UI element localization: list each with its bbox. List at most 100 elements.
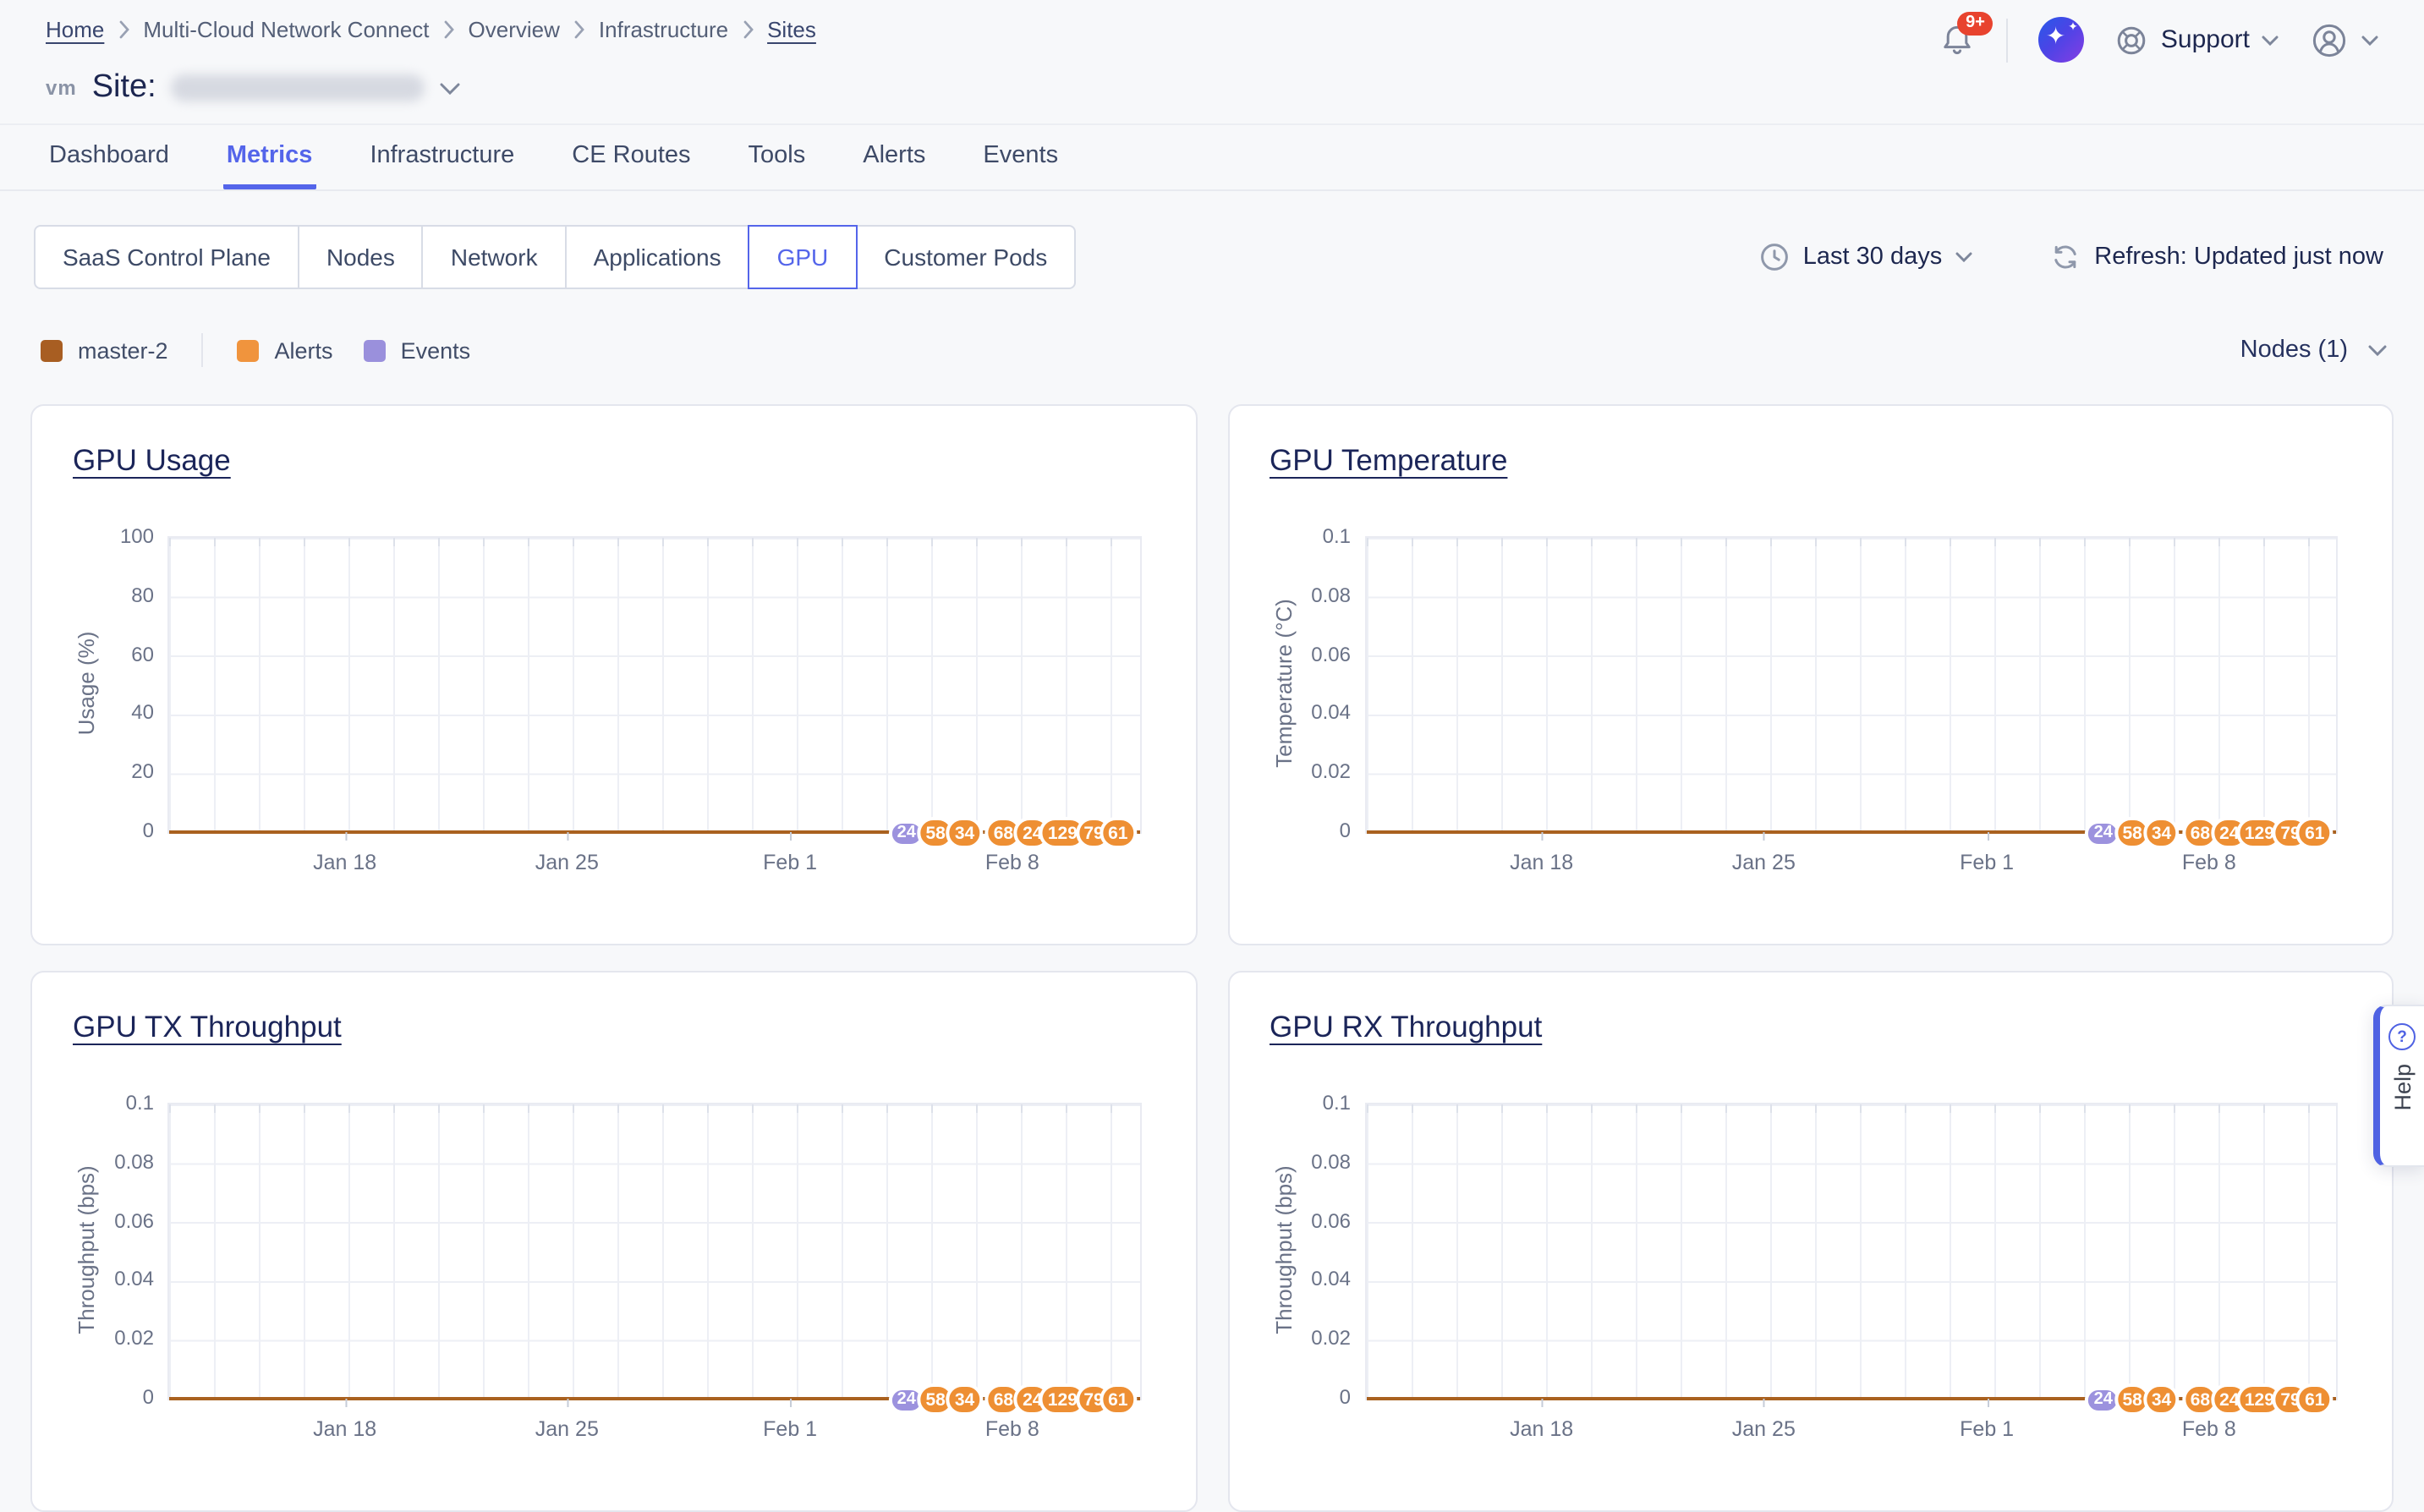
alerts-count-badge[interactable]: 34 bbox=[2143, 1383, 2180, 1416]
site-selector[interactable]: vm Site: bbox=[46, 69, 2378, 123]
chart-title-link[interactable]: GPU Temperature bbox=[1270, 443, 1507, 479]
x-tick-label: Feb 1 bbox=[1960, 1417, 2014, 1441]
ai-assistant-icon[interactable]: ✦ ✦ bbox=[2039, 17, 2085, 63]
x-tick-label: Jan 18 bbox=[1510, 1417, 1573, 1441]
alerts-count-badge[interactable]: 61 bbox=[2296, 817, 2333, 849]
series-swatch bbox=[41, 339, 63, 361]
chart-card-gpu-rx-throughput: GPU RX Throughput Throughput (bps) 0.10.… bbox=[1227, 971, 2394, 1512]
filter-applications[interactable]: Applications bbox=[565, 225, 750, 289]
filter-nodes[interactable]: Nodes bbox=[298, 225, 424, 289]
x-tick-label: Feb 8 bbox=[2182, 1417, 2236, 1441]
legend-item-alerts[interactable]: Alerts bbox=[238, 337, 333, 363]
header-icons: 9+ ✦ ✦ Support bbox=[1939, 14, 2378, 63]
x-tick-label: Feb 8 bbox=[985, 851, 1039, 874]
filter-saas-control-plane[interactable]: SaaS Control Plane bbox=[34, 225, 299, 289]
notifications-button[interactable]: 9+ bbox=[1939, 21, 1977, 58]
chart-area: Usage (%) 100806040200 24583468241297961… bbox=[69, 536, 1158, 925]
chevron-down-icon bbox=[2368, 344, 2387, 356]
tab-events[interactable]: Events bbox=[979, 125, 1061, 189]
y-tick-label: 0.02 bbox=[100, 1326, 154, 1350]
refresh-status-label: Refresh: Updated just now bbox=[2094, 244, 2383, 271]
breadcrumb-mcnc[interactable]: Multi-Cloud Network Connect bbox=[143, 17, 429, 42]
refresh-icon bbox=[2050, 242, 2081, 272]
header-divider bbox=[2007, 18, 2009, 62]
y-tick-label: 0.08 bbox=[1297, 1150, 1351, 1174]
chevron-right-icon bbox=[118, 20, 129, 39]
y-tick-label: 0 bbox=[100, 819, 154, 842]
x-tick-label: Jan 18 bbox=[1510, 851, 1573, 874]
y-tick-label: 0.08 bbox=[100, 1150, 154, 1174]
alerts-count-badge[interactable]: 34 bbox=[2143, 817, 2180, 849]
header: Home Multi-Cloud Network Connect Overvie… bbox=[0, 0, 2424, 125]
chart-title-link[interactable]: GPU RX Throughput bbox=[1270, 1010, 1542, 1045]
chart-title-link[interactable]: GPU TX Throughput bbox=[73, 1010, 342, 1045]
site-name-redacted bbox=[172, 74, 425, 101]
legend-row: master-2 Alerts Events Nodes (1) bbox=[0, 333, 2424, 367]
tab-ce-routes[interactable]: CE Routes bbox=[568, 125, 694, 189]
y-tick-label: 60 bbox=[100, 642, 154, 666]
chevron-right-icon bbox=[742, 20, 754, 39]
breadcrumb: Home Multi-Cloud Network Connect Overvie… bbox=[46, 14, 816, 42]
y-tick-label: 0.1 bbox=[100, 1091, 154, 1115]
x-tick-label: Jan 25 bbox=[535, 851, 599, 874]
alerts-count-badge[interactable]: 61 bbox=[2296, 1383, 2333, 1416]
sparkle-icon: ✦ bbox=[2046, 22, 2065, 51]
alerts-count-badge[interactable]: 61 bbox=[1100, 1383, 1136, 1416]
y-tick-label: 0.04 bbox=[1297, 701, 1351, 725]
chart-card-gpu-usage: GPU Usage Usage (%) 100806040200 2458346… bbox=[30, 404, 1197, 945]
chart-card-gpu-temperature: GPU Temperature Temperature (°C) 0.10.08… bbox=[1227, 404, 2394, 945]
alerts-count-badge[interactable]: 61 bbox=[1100, 817, 1136, 849]
breadcrumb-sites[interactable]: Sites bbox=[767, 17, 816, 42]
y-tick-label: 0.1 bbox=[1297, 1091, 1351, 1115]
y-axis-title: Usage (%) bbox=[74, 632, 99, 736]
plot-area: 24583468241297961 bbox=[1364, 1103, 2338, 1400]
nodes-dropdown[interactable]: Nodes (1) bbox=[2240, 337, 2387, 364]
y-tick-label: 100 bbox=[100, 524, 154, 548]
breadcrumb-home[interactable]: Home bbox=[46, 17, 104, 42]
question-icon: ? bbox=[2388, 1023, 2416, 1050]
support-menu[interactable]: Support bbox=[2115, 23, 2279, 57]
filter-network[interactable]: Network bbox=[422, 225, 567, 289]
plot-area: 24583468241297961 bbox=[167, 1103, 1141, 1400]
help-tab[interactable]: ? Help bbox=[2373, 1005, 2424, 1167]
time-range-label: Last 30 days bbox=[1803, 244, 1942, 271]
legend-label: master-2 bbox=[78, 337, 168, 363]
chart-legend: master-2 Alerts Events bbox=[41, 333, 470, 367]
support-label: Support bbox=[2161, 25, 2250, 54]
chevron-down-icon bbox=[1955, 252, 1972, 262]
y-tick-label: 0.04 bbox=[100, 1268, 154, 1291]
legend-item-master-2[interactable]: master-2 bbox=[41, 337, 168, 363]
x-tick-label: Jan 25 bbox=[1732, 1417, 1796, 1441]
nodes-dropdown-label: Nodes (1) bbox=[2240, 337, 2348, 364]
filter-customer-pods[interactable]: Customer Pods bbox=[855, 225, 1076, 289]
alerts-count-badge[interactable]: 34 bbox=[946, 817, 983, 849]
tab-alerts[interactable]: Alerts bbox=[859, 125, 929, 189]
app-root: Home Multi-Cloud Network Connect Overvie… bbox=[0, 0, 2424, 1390]
site-label: Site: bbox=[92, 69, 156, 107]
account-menu[interactable] bbox=[2309, 19, 2378, 60]
alerts-count-badge[interactable]: 34 bbox=[946, 1383, 983, 1416]
refresh-button[interactable]: Refresh: Updated just now bbox=[2050, 242, 2383, 272]
y-tick-label: 0 bbox=[100, 1385, 154, 1409]
breadcrumb-infrastructure[interactable]: Infrastructure bbox=[599, 17, 728, 42]
chart-area: Throughput (bps) 0.10.080.060.040.020 24… bbox=[1266, 1103, 2355, 1492]
help-tab-label: Help bbox=[2389, 1064, 2415, 1111]
y-axis-title: Temperature (°C) bbox=[1270, 599, 1296, 768]
tab-infrastructure[interactable]: Infrastructure bbox=[366, 125, 518, 189]
breadcrumb-overview[interactable]: Overview bbox=[469, 17, 560, 42]
y-tick-label: 80 bbox=[100, 583, 154, 607]
filter-gpu[interactable]: GPU bbox=[749, 225, 858, 289]
x-tick-label: Feb 8 bbox=[2182, 851, 2236, 874]
chart-title-link[interactable]: GPU Usage bbox=[73, 443, 231, 479]
alerts-swatch bbox=[238, 339, 260, 361]
y-tick-label: 0.02 bbox=[1297, 759, 1351, 783]
time-range-dropdown[interactable]: Last 30 days bbox=[1759, 242, 1972, 272]
events-swatch bbox=[364, 339, 386, 361]
x-tick-label: Feb 8 bbox=[985, 1417, 1039, 1441]
tab-dashboard[interactable]: Dashboard bbox=[46, 125, 173, 189]
legend-item-events[interactable]: Events bbox=[364, 337, 471, 363]
tab-tools[interactable]: Tools bbox=[745, 125, 809, 189]
tab-metrics[interactable]: Metrics bbox=[223, 125, 316, 189]
y-tick-label: 20 bbox=[100, 759, 154, 783]
lifering-icon bbox=[2115, 23, 2149, 57]
